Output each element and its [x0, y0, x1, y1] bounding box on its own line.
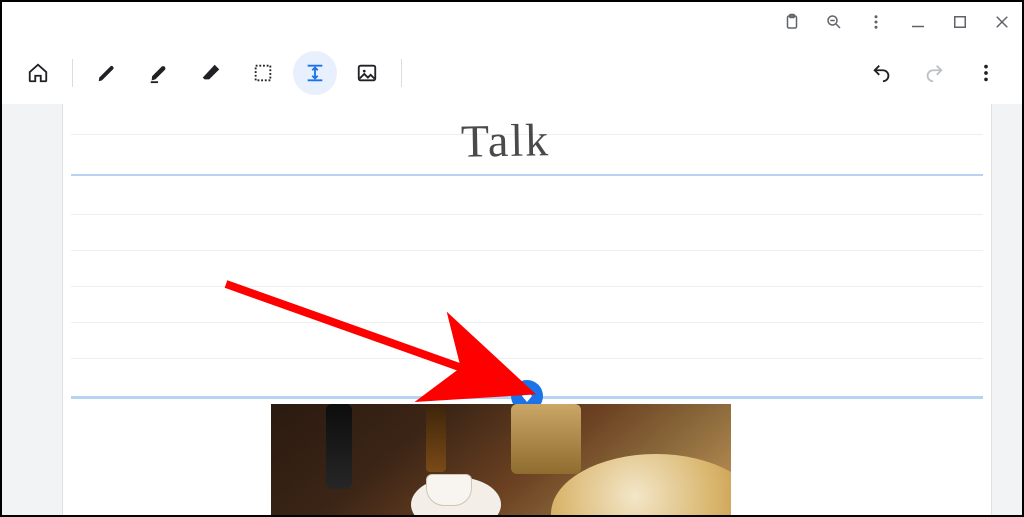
rule-line: [71, 322, 983, 323]
inserted-image[interactable]: [271, 404, 731, 515]
maximize-icon[interactable]: [950, 12, 970, 32]
annotation-arrow: [221, 279, 551, 409]
section-divider: [71, 174, 983, 176]
canvas-viewport: Talk: [2, 104, 1022, 515]
window-chrome: [772, 2, 1022, 42]
toolbar: [2, 42, 1022, 105]
handwritten-text: Talk: [461, 113, 551, 168]
note-page[interactable]: Talk: [62, 104, 992, 515]
separator: [401, 59, 402, 87]
eraser-tool[interactable]: [189, 51, 233, 95]
image-content: [326, 404, 352, 489]
page-inner: Talk: [71, 104, 983, 515]
clipboard-icon[interactable]: [782, 12, 802, 32]
highlighter-tool[interactable]: [137, 51, 181, 95]
redo-button[interactable]: [912, 51, 956, 95]
make-space-tool[interactable]: [293, 51, 337, 95]
minimize-icon[interactable]: [908, 12, 928, 32]
home-button[interactable]: [16, 51, 60, 95]
selection-tool[interactable]: [241, 51, 285, 95]
rule-line: [71, 250, 983, 251]
app-window: Talk: [0, 0, 1024, 517]
pen-tool[interactable]: [85, 51, 129, 95]
undo-button[interactable]: [860, 51, 904, 95]
insert-image-tool[interactable]: [345, 51, 389, 95]
image-content: [426, 407, 446, 472]
rule-line: [71, 286, 983, 287]
more-vertical-icon[interactable]: [866, 12, 886, 32]
image-content: [511, 404, 581, 474]
zoom-out-icon[interactable]: [824, 12, 844, 32]
rule-line: [71, 214, 983, 215]
separator: [72, 59, 73, 87]
overflow-button[interactable]: [964, 51, 1008, 95]
rule-line: [71, 358, 983, 359]
close-icon[interactable]: [992, 12, 1012, 32]
image-content: [426, 474, 472, 506]
